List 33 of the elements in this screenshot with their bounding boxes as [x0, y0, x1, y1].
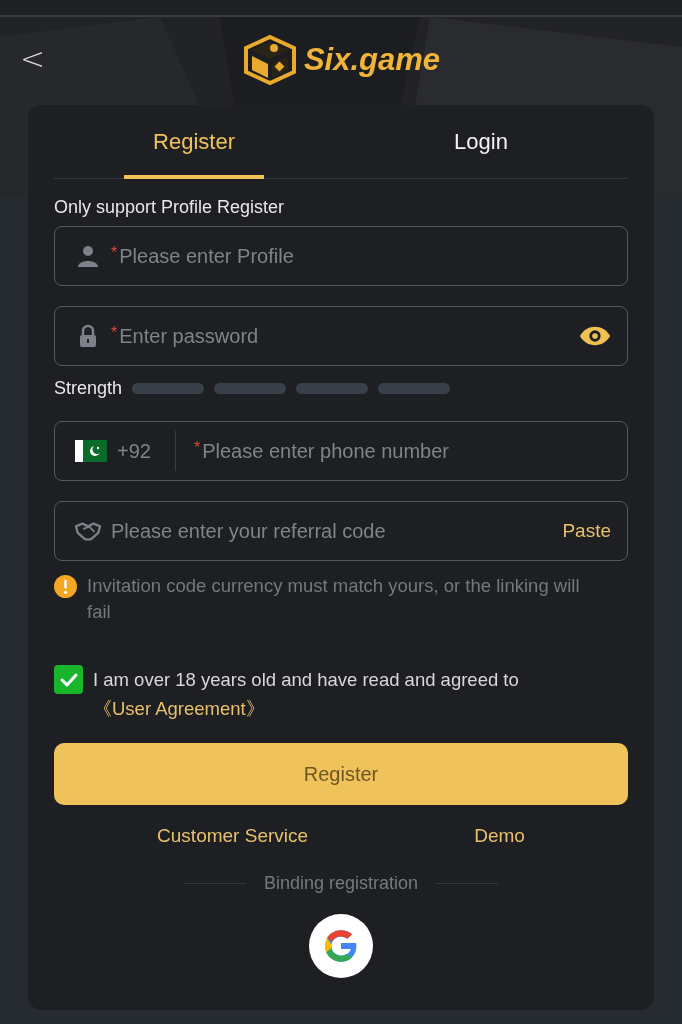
country-code[interactable]: +92	[117, 439, 151, 463]
dice-logo-icon	[241, 34, 298, 86]
agreement-text: I am over 18 years old and have read and agreed to 《User Agreement》	[93, 668, 520, 721]
user-icon	[75, 244, 101, 268]
brand-logo-text: Six.game	[303, 42, 441, 78]
tab[interactable]: Register	[124, 105, 264, 179]
warning-text: Invitation code currency must match yours, or the linking will fail	[87, 574, 581, 624]
phone-input[interactable]: Please enter phone number	[202, 439, 611, 463]
tab[interactable]: Login	[334, 105, 628, 179]
form-note: Only support Profile Register	[54, 197, 286, 218]
password-field[interactable]: *Enter password	[54, 306, 628, 366]
user-agreement-link[interactable]: 《User Agreement》	[93, 698, 265, 719]
register-button[interactable]: Register	[54, 743, 628, 805]
phone-field[interactable]: +92 *Please enter phone number	[54, 421, 628, 481]
eye-icon[interactable]	[579, 325, 611, 347]
password-input[interactable]: Enter password	[119, 324, 579, 348]
strength-label: Strength	[54, 378, 123, 399]
footer-link[interactable]: Demo	[474, 825, 525, 847]
referral-field[interactable]: Please enter your referral code Paste	[54, 501, 628, 561]
agreement-checkbox[interactable]	[54, 665, 83, 694]
back-button[interactable]: <	[14, 41, 52, 76]
required-mark: *	[111, 244, 118, 262]
footer-link[interactable]: Customer Service	[157, 825, 309, 847]
required-mark: *	[111, 324, 118, 342]
binding-label: Binding registration	[263, 873, 419, 894]
required-mark: *	[193, 439, 201, 457]
paste-button[interactable]: Paste	[562, 520, 611, 542]
profile-field[interactable]: *Please enter Profile	[54, 226, 628, 286]
warning-icon	[54, 575, 77, 598]
referral-input[interactable]: Please enter your referral code	[111, 519, 563, 543]
profile-input[interactable]: Please enter Profile	[119, 244, 611, 268]
flag-icon[interactable]	[75, 440, 107, 462]
handshake-icon	[75, 519, 101, 543]
